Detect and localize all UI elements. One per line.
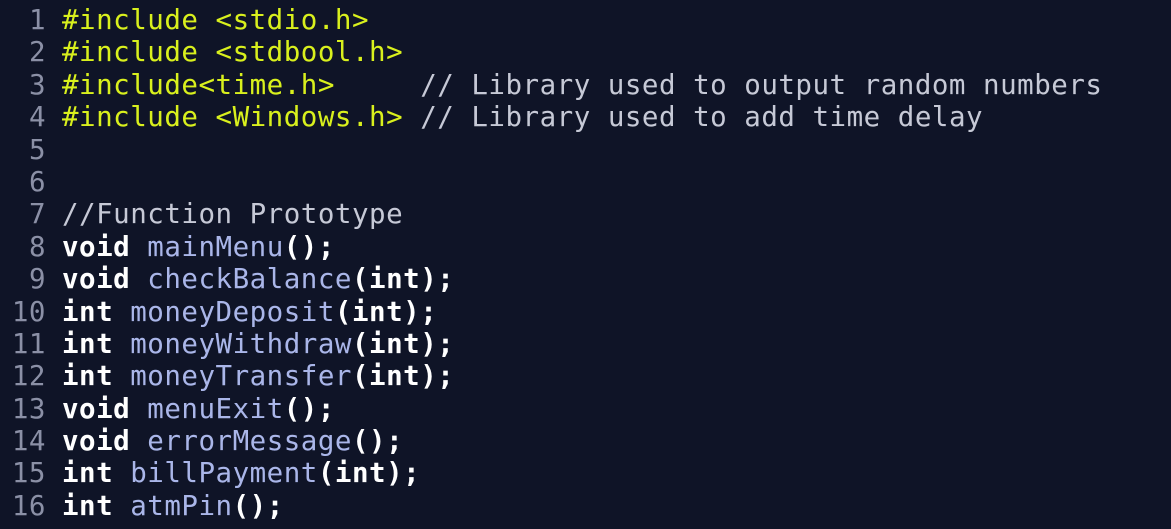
code-text[interactable]: #include <Windows.h> // Library used to … (62, 101, 983, 133)
code-text[interactable]: int billPayment(int); (62, 457, 420, 489)
line-number: 9 (28, 263, 46, 296)
punctuation-token: (); (232, 489, 284, 522)
keyword-token: int (62, 295, 114, 328)
keyword-token: int (62, 327, 114, 360)
code-text[interactable]: void menuExit(); (62, 393, 335, 425)
punctuation-token: (int); (351, 360, 455, 393)
code-line[interactable]: 16 int atmPin(); (0, 490, 1171, 522)
preprocessor-token: #include <stdbool.h> (62, 36, 404, 69)
keyword-token: void (62, 230, 131, 263)
punctuation-token: (); (283, 230, 335, 263)
code-line[interactable]: 8 void mainMenu(); (0, 231, 1171, 263)
function-name-token: errorMessage (147, 425, 352, 458)
code-editor[interactable]: 1 #include <stdio.h> 2 #include <stdbool.h>… (0, 0, 1171, 529)
line-number: 16 (11, 489, 46, 522)
comment-token: //Function Prototype (62, 198, 404, 231)
code-line[interactable]: 2 #include <stdbool.h> (0, 36, 1171, 68)
function-name-token: checkBalance (147, 263, 352, 296)
code-line[interactable]: 9 void checkBalance(int); (0, 263, 1171, 295)
code-line[interactable]: 15 int billPayment(int); (0, 457, 1171, 489)
keyword-token: int (62, 489, 114, 522)
punctuation-token: (int); (317, 457, 421, 490)
code-line[interactable]: 14 void errorMessage(); (0, 425, 1171, 457)
code-line[interactable]: 3 #include<time.h> // Library used to out… (0, 69, 1171, 101)
comment-token: // Library used to add time delay (403, 101, 984, 134)
function-name-token: moneyWithdraw (130, 327, 352, 360)
code-line[interactable]: 10 int moneyDeposit(int); (0, 296, 1171, 328)
code-line[interactable]: 7 //Function Prototype (0, 198, 1171, 230)
line-number: 3 (28, 68, 46, 101)
code-text[interactable]: int moneyDeposit(int); (62, 296, 437, 328)
function-name-token: moneyDeposit (130, 295, 335, 328)
keyword-token: int (62, 457, 114, 490)
line-number: 2 (28, 36, 46, 69)
code-text[interactable]: //Function Prototype (62, 198, 403, 230)
code-text[interactable]: int moneyWithdraw(int); (62, 328, 454, 360)
keyword-token: void (62, 425, 131, 458)
code-line[interactable]: 5 (0, 134, 1171, 166)
line-number: 1 (28, 4, 46, 36)
line-number: 4 (28, 101, 46, 134)
code-line[interactable]: 4 #include <Windows.h> // Library used to… (0, 101, 1171, 133)
line-number: 7 (28, 198, 46, 231)
keyword-token: void (62, 392, 131, 425)
code-text[interactable]: void checkBalance(int); (62, 263, 454, 295)
punctuation-token: (); (351, 425, 404, 458)
punctuation-token: (int); (351, 263, 455, 296)
code-line[interactable]: 1 #include <stdio.h> (0, 4, 1171, 36)
punctuation-token: (int); (351, 327, 455, 360)
function-name-token: menuExit (147, 392, 284, 425)
line-number: 11 (11, 327, 46, 360)
code-text[interactable]: int moneyTransfer(int); (62, 360, 454, 392)
code-text[interactable]: int atmPin(); (62, 490, 284, 522)
code-text[interactable]: #include <stdbool.h> (62, 36, 403, 68)
code-line[interactable]: 12 int moneyTransfer(int); (0, 360, 1171, 392)
code-line[interactable]: 13 void menuExit(); (0, 393, 1171, 425)
punctuation-token: (int); (334, 295, 438, 328)
code-text[interactable]: void mainMenu(); (62, 231, 335, 263)
function-name-token: billPayment (130, 457, 318, 490)
code-text[interactable]: #include <stdio.h> (62, 4, 369, 36)
line-number: 14 (11, 425, 46, 458)
function-name-token: moneyTransfer (130, 360, 352, 393)
keyword-token: int (62, 360, 114, 393)
function-name-token: mainMenu (147, 230, 284, 263)
line-number: 8 (28, 230, 46, 263)
preprocessor-token: #include <stdio.h> (62, 4, 370, 36)
code-line[interactable]: 6 (0, 166, 1171, 198)
punctuation-token: (); (283, 392, 335, 425)
line-number: 12 (11, 360, 46, 393)
code-text[interactable]: #include<time.h> // Library used to outp… (62, 69, 1102, 101)
line-number: 15 (11, 457, 46, 490)
line-number: 13 (11, 392, 46, 425)
preprocessor-token: #include <Windows.h> (62, 101, 404, 134)
code-text[interactable]: void errorMessage(); (62, 425, 403, 457)
comment-token: // Library used to output random numbers (334, 68, 1103, 101)
line-number: 6 (28, 165, 46, 198)
preprocessor-token: #include<time.h> (62, 68, 335, 101)
code-line[interactable]: 11 int moneyWithdraw(int); (0, 328, 1171, 360)
line-number: 10 (11, 295, 46, 328)
keyword-token: void (62, 263, 131, 296)
line-number: 5 (28, 133, 46, 166)
function-name-token: atmPin (130, 489, 233, 522)
